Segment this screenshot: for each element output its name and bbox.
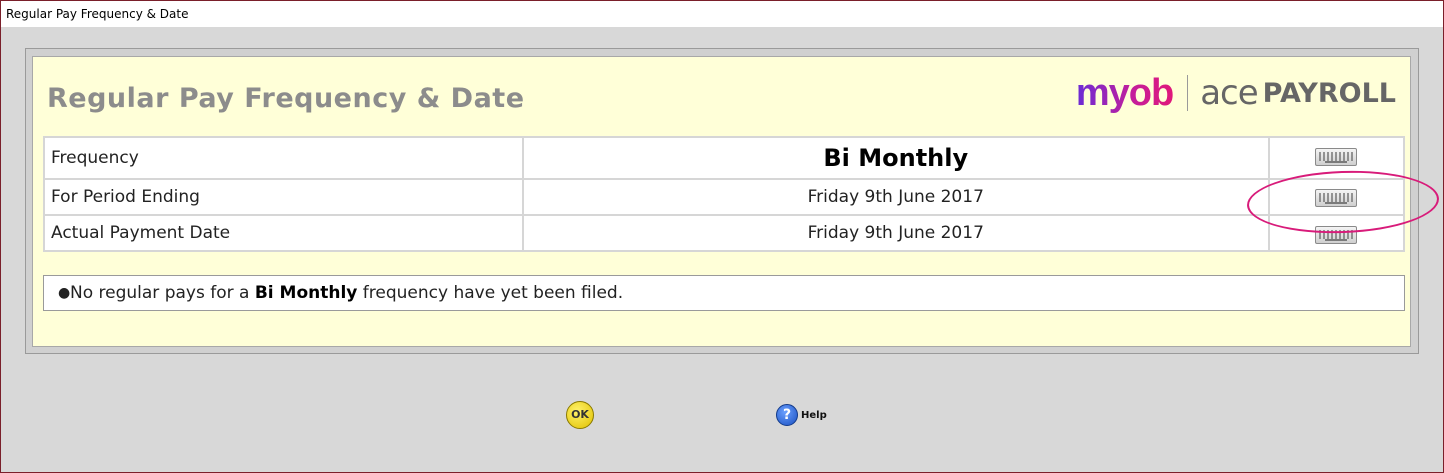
window-titlebar: Regular Pay Frequency & Date — [1, 1, 1443, 27]
logo-brand: myob — [1075, 71, 1174, 114]
page-title: Regular Pay Frequency & Date — [47, 83, 525, 114]
keyboard-icon[interactable] — [1315, 148, 1358, 166]
ok-button[interactable]: OK — [566, 401, 594, 429]
logo-divider — [1187, 75, 1189, 111]
note-suffix: frequency have yet been filed. — [357, 283, 624, 303]
window-title: Regular Pay Frequency & Date — [6, 7, 189, 21]
period-ending-label: For Period Ending — [43, 178, 524, 216]
help-label: Help — [801, 409, 827, 421]
period-ending-value: Friday 9th June 2017 — [521, 178, 1270, 216]
table-row-period-ending: For Period Ending Friday 9th June 2017 — [43, 178, 1406, 216]
payment-date-label: Actual Payment Date — [43, 214, 524, 252]
table-row-payment-date: Actual Payment Date Friday 9th June 2017 — [43, 214, 1406, 252]
bullet-icon: ● — [58, 285, 71, 301]
frequency-value: Bi Monthly — [521, 136, 1270, 180]
status-note: ● No regular pays for a Bi Monthly frequ… — [43, 275, 1405, 311]
note-emphasis: Bi Monthly — [254, 283, 358, 303]
content-frame: Regular Pay Frequency & Date myob ace PA… — [25, 48, 1419, 354]
logo-product-light: ace — [1200, 73, 1258, 113]
frequency-label: Frequency — [43, 136, 524, 180]
content-panel: Regular Pay Frequency & Date myob ace PA… — [32, 56, 1411, 347]
myob-ace-payroll-logo: myob ace PAYROLL — [1076, 71, 1396, 115]
logo-product-bold: PAYROLL — [1262, 77, 1396, 109]
pay-settings-table: Frequency Bi Monthly For Period Ending F… — [43, 136, 1406, 252]
payment-date-value: Friday 9th June 2017 — [521, 214, 1270, 252]
table-row-frequency: Frequency Bi Monthly — [43, 136, 1406, 180]
app-window: Regular Pay Frequency & Date Regular Pay… — [0, 0, 1444, 473]
help-button[interactable]: ? Help — [776, 403, 827, 427]
note-prefix: No regular pays for a — [70, 283, 255, 303]
help-icon: ? — [776, 404, 798, 426]
